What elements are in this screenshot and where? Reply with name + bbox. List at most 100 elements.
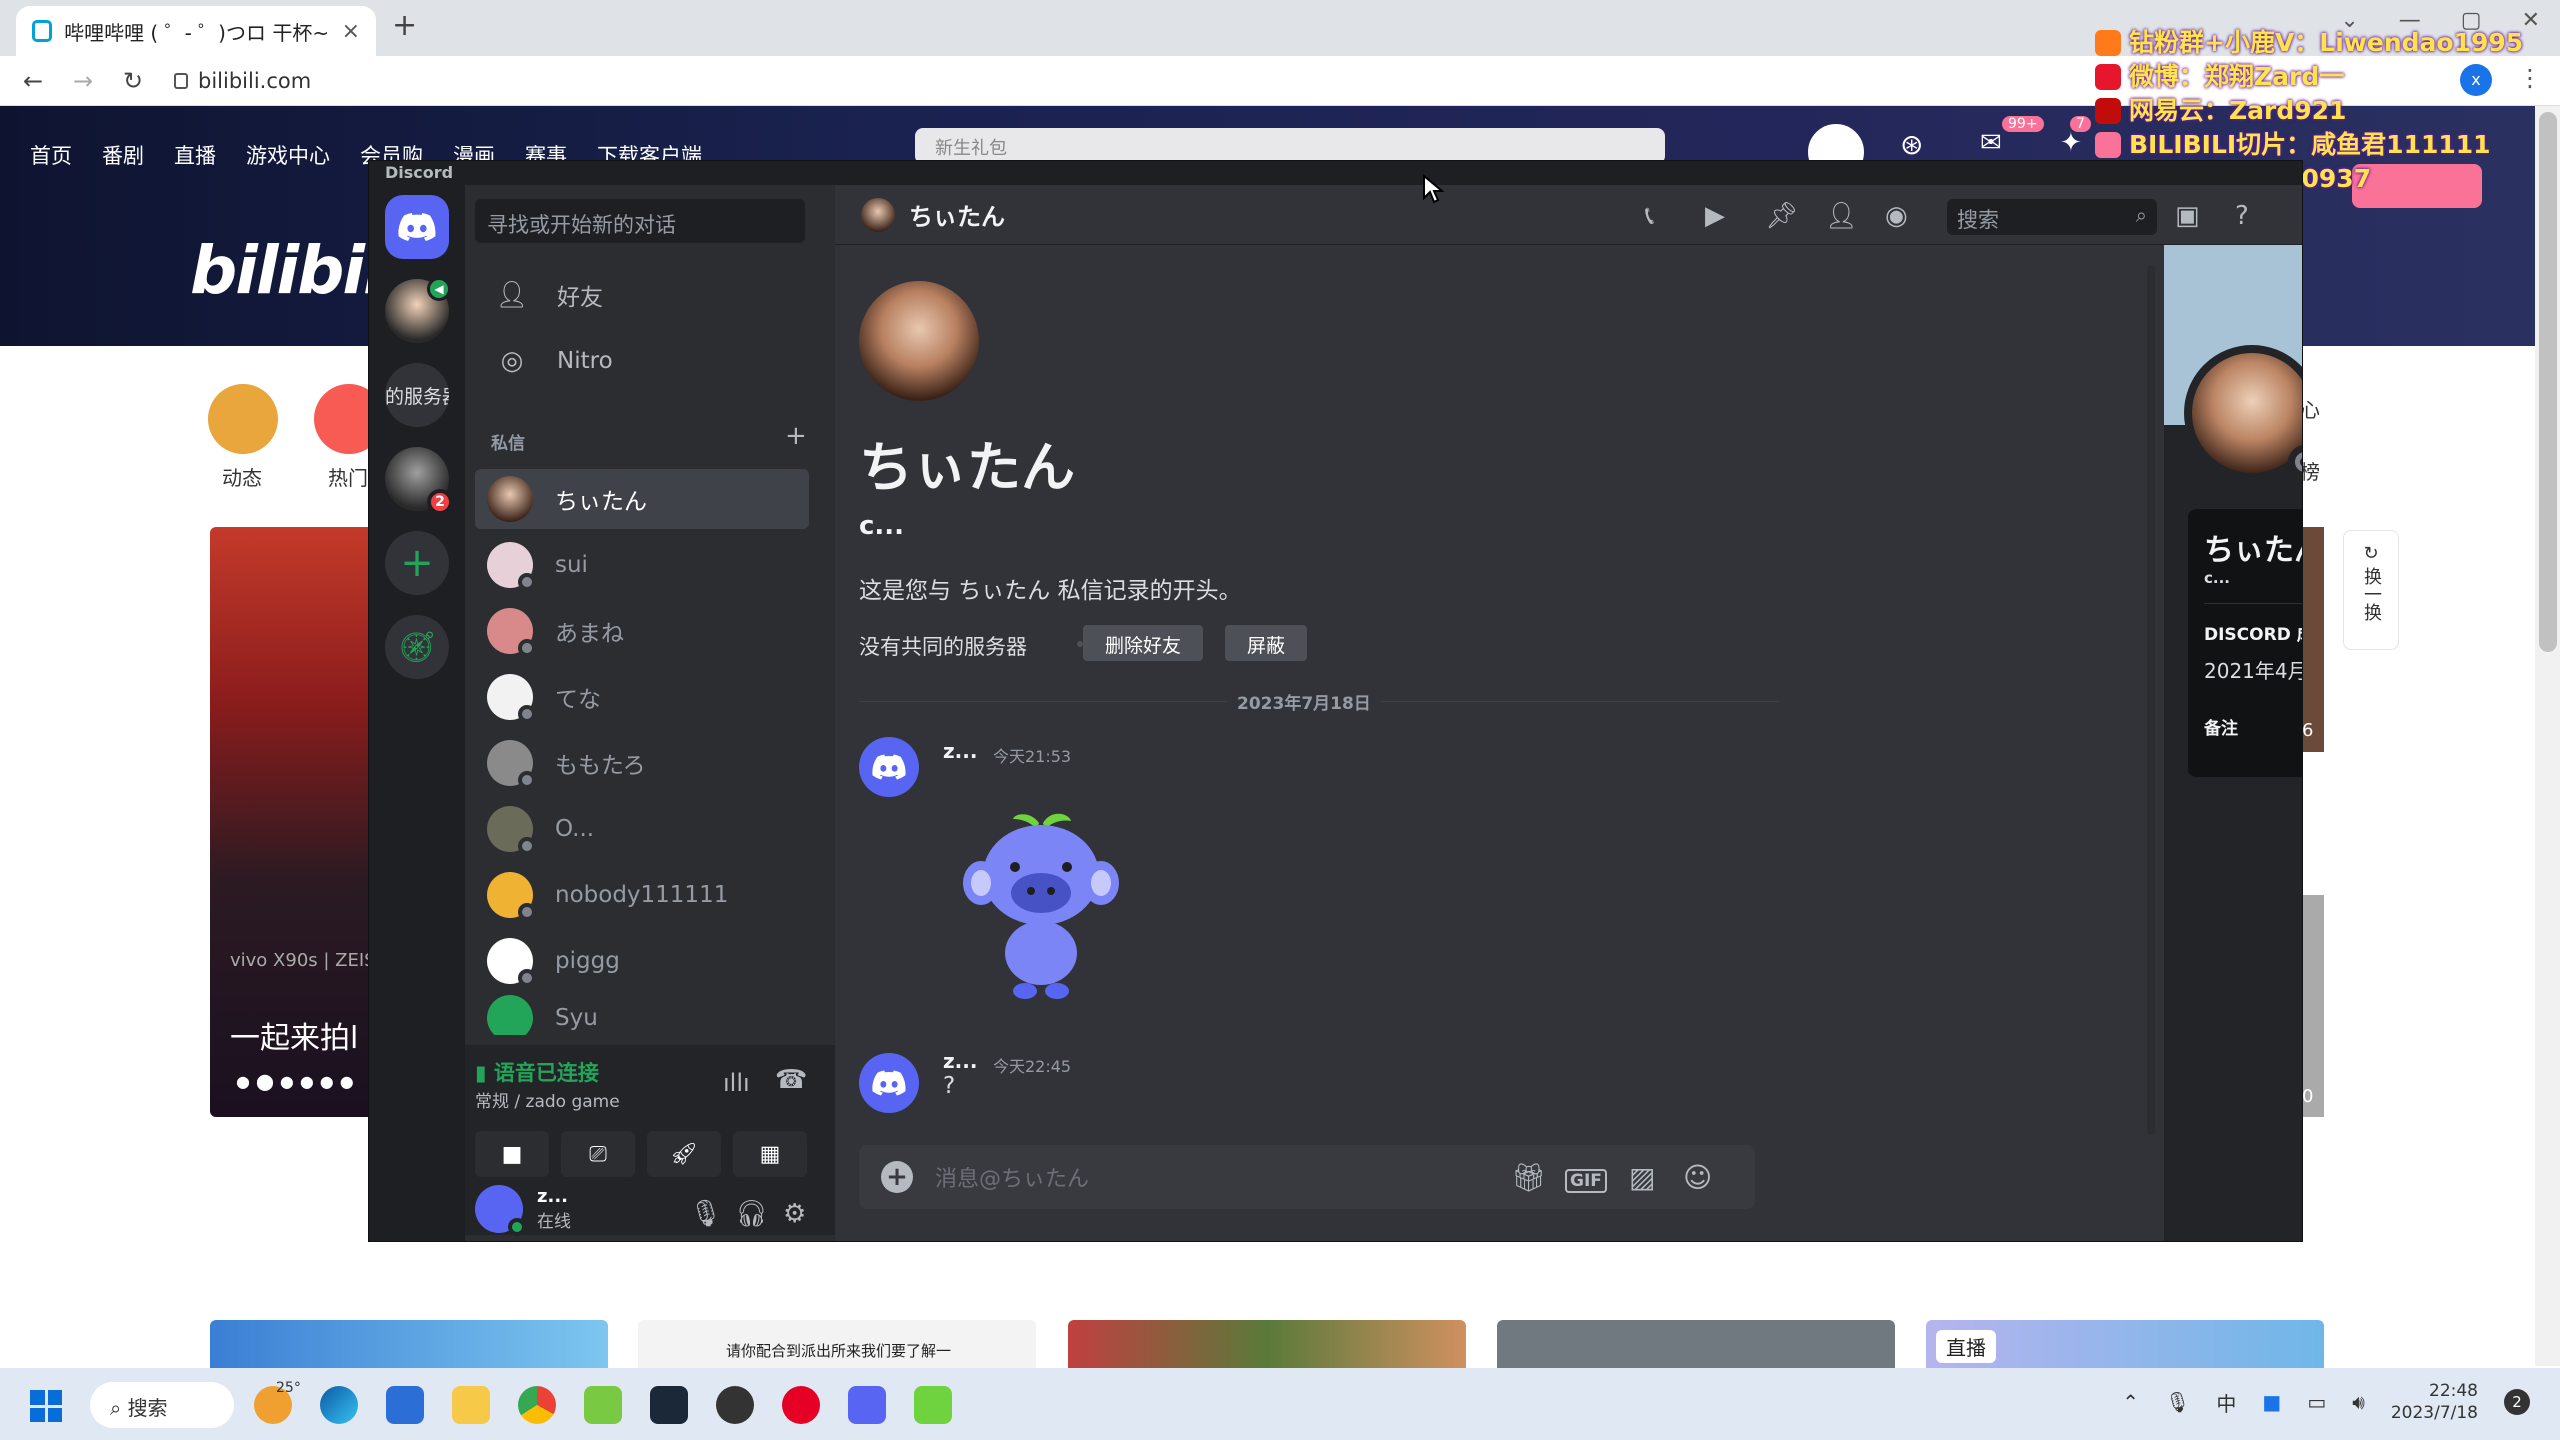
taskbar-search[interactable]: ⌕ 搜索 — [90, 1382, 234, 1428]
friends-nav[interactable]: 👤︎ 好友 — [475, 263, 805, 327]
bili-nav-games[interactable]: 游戏中心 — [246, 140, 330, 170]
bili-dynamic-avatar[interactable] — [208, 384, 278, 454]
bili-right-text1[interactable]: 心 — [2300, 394, 2320, 423]
netease-music-icon[interactable] — [782, 1386, 820, 1424]
reload-icon[interactable]: ↻ — [116, 67, 150, 95]
bili-dynamic-icon[interactable]: ✦ — [2060, 128, 2082, 158]
user-panel[interactable]: z... 在线 — [475, 1185, 571, 1236]
windows-start-icon[interactable] — [30, 1390, 62, 1422]
bili-side-dynamic[interactable]: 动态 — [222, 462, 262, 491]
edge-icon[interactable] — [320, 1386, 358, 1424]
bili-nav-anime[interactable]: 番剧 — [102, 140, 144, 170]
bili-bottom-card-1[interactable] — [210, 1320, 608, 1368]
close-icon[interactable]: ✕ — [2522, 8, 2540, 33]
discord-home-button[interactable] — [385, 195, 449, 259]
settings-gear-icon[interactable]: ⚙ — [783, 1199, 806, 1229]
message-composer[interactable]: + 消息@ちぃたん — [859, 1145, 1755, 1209]
app-tray-icon[interactable]: ■ — [2262, 1390, 2281, 1414]
attach-plus-icon[interactable]: + — [881, 1161, 913, 1193]
bili-bottom-card-3[interactable] — [1068, 1320, 1466, 1368]
clock[interactable]: 22:48 2023/7/18 — [2391, 1380, 2478, 1424]
discord-taskbar-icon[interactable] — [848, 1386, 886, 1424]
volume-icon[interactable]: 🔊︎ — [2352, 1390, 2365, 1414]
bili-nav-home[interactable]: 首页 — [30, 140, 72, 170]
carousel-dots[interactable]: ●⬤●●●● — [236, 1072, 360, 1091]
dm-item[interactable]: O... — [475, 799, 809, 859]
ime-indicator[interactable]: 中 — [2216, 1388, 2236, 1417]
bili-message-icon[interactable]: ✉ — [1980, 128, 2002, 158]
bili-bottom-card-5[interactable]: 直播 — [1926, 1320, 2324, 1368]
message-avatar[interactable] — [859, 737, 919, 797]
gift-icon[interactable]: 🎁︎ — [1511, 1161, 1547, 1194]
tab-close-icon[interactable]: × — [342, 19, 360, 44]
microphone-tray-icon[interactable]: 🎙︎ — [2165, 1390, 2190, 1414]
notification-badge[interactable]: 2 — [2504, 1389, 2530, 1415]
sticker-icon[interactable]: ▨ — [1629, 1161, 1655, 1194]
header-search-input[interactable]: 搜索 ⌕ — [1947, 199, 2157, 235]
message-username[interactable]: z... — [943, 739, 977, 763]
bili-nav-live[interactable]: 直播 — [174, 140, 216, 170]
forward-icon[interactable]: → — [66, 67, 100, 95]
bili-side-hot[interactable]: 热门 — [328, 462, 368, 491]
dm-item[interactable]: nobody111111 — [475, 865, 809, 925]
page-scrollbar-thumb[interactable] — [2539, 112, 2557, 652]
headphones-icon[interactable]: 🎧︎ — [735, 1199, 768, 1229]
bilibili-search-input[interactable]: 新生礼包 — [915, 128, 1665, 164]
chevron-up-icon[interactable]: ⌃ — [2122, 1390, 2139, 1414]
guild-avatar-2[interactable]: 2 — [385, 447, 453, 515]
store-icon[interactable] — [386, 1386, 424, 1424]
steam-icon[interactable] — [650, 1386, 688, 1424]
url-field[interactable]: bilibili.com — [174, 69, 311, 93]
microphone-icon[interactable]: 🎙︎ — [689, 1199, 722, 1229]
gif-icon[interactable]: GIF — [1565, 1169, 1607, 1193]
bili-video-card-right[interactable] — [2300, 527, 2324, 752]
browser-menu-icon[interactable]: ⋮ — [2518, 64, 2542, 92]
dm-search-input[interactable]: 寻找或开始新的对话 — [475, 199, 805, 243]
chrome-icon[interactable] — [518, 1386, 556, 1424]
dm-item[interactable]: Syu — [475, 995, 809, 1035]
video-call-icon[interactable]: ▶ — [1705, 201, 1725, 231]
message-avatar[interactable] — [859, 1053, 919, 1113]
back-icon[interactable]: ← — [16, 67, 50, 95]
disconnect-icon[interactable]: ☎︎ — [775, 1065, 807, 1095]
bili-bottom-card-4[interactable] — [1497, 1320, 1895, 1368]
video-button[interactable]: ■ — [475, 1131, 549, 1177]
block-button[interactable]: 屏蔽 — [1225, 625, 1308, 661]
pin-icon[interactable]: 📌︎ — [1765, 201, 1798, 231]
dm-item[interactable]: sui — [475, 535, 809, 595]
noise-suppression-icon[interactable]: ıllı — [723, 1069, 750, 1097]
remove-friend-button[interactable]: 删除好友 — [1083, 625, 1204, 661]
kook-taskbar-icon[interactable] — [914, 1386, 952, 1424]
file-explorer-icon[interactable] — [452, 1386, 490, 1424]
screen-share-button[interactable]: ⎚ — [561, 1131, 635, 1177]
browser-profile-avatar[interactable]: x — [2460, 64, 2492, 96]
bili-right-text2[interactable]: 榜 — [2300, 456, 2320, 485]
dm-item[interactable]: ちぃたん — [475, 469, 809, 529]
header-name[interactable]: ちぃたん — [909, 197, 1005, 232]
voice-call-icon[interactable]: 📞︎ — [1645, 201, 1654, 232]
bili-video-card-right-2[interactable] — [2300, 895, 2324, 1117]
message-username[interactable]: z... — [943, 1049, 977, 1073]
network-icon[interactable]: ▭ — [2307, 1390, 2326, 1414]
activity-button[interactable]: 🚀︎ — [647, 1131, 721, 1177]
dm-item[interactable]: piggg — [475, 931, 809, 991]
browser-tab[interactable]: 哔哩哔哩 ( ゜- ゜)つロ 干杯~-bili × — [16, 6, 376, 56]
dm-item[interactable]: ももたろ — [475, 733, 809, 793]
emoji-icon[interactable]: ☺ — [1683, 1161, 1712, 1194]
bili-bottom-card-2[interactable]: 请你配合到派出所来我们要了解一 — [638, 1320, 1036, 1368]
create-dm-icon[interactable]: + — [785, 421, 807, 451]
bili-carousel-title[interactable]: 一起来拍l — [230, 1013, 358, 1057]
inbox-icon[interactable]: ▣ — [2175, 201, 2200, 231]
nitro-nav[interactable]: ◎ Nitro — [475, 329, 805, 393]
obs-icon[interactable] — [716, 1386, 754, 1424]
new-tab-button[interactable]: + — [392, 8, 417, 43]
bili-refresh-button[interactable]: ↻ 换一换 — [2343, 530, 2399, 650]
voice-channel-label[interactable]: 常规 / zado game — [475, 1087, 620, 1112]
soundboard-button[interactable]: ▦ — [733, 1131, 807, 1177]
game-icon[interactable] — [584, 1386, 622, 1424]
dm-item[interactable]: てな — [475, 667, 809, 727]
chat-scrollbar[interactable] — [2147, 265, 2155, 1135]
dm-item[interactable]: あまね — [475, 601, 809, 661]
user-profile-icon[interactable]: ◉ — [1885, 201, 1908, 231]
explore-button[interactable]: 🧭︎ — [385, 615, 449, 679]
